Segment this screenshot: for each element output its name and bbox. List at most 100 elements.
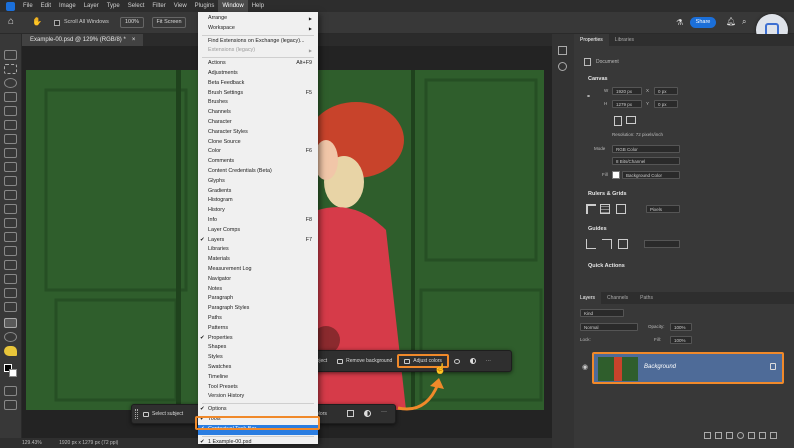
window-menu-item-workspace[interactable]: Workspace ▶ <box>198 24 318 34</box>
fill-opacity-field[interactable]: 100% <box>670 336 692 344</box>
menu-select[interactable]: Select <box>124 0 149 12</box>
half-circle-icon-lower[interactable] <box>364 410 371 417</box>
depth-select[interactable]: 8 Bits/Channel <box>612 157 680 165</box>
window-menu-item-patterns[interactable]: Patterns <box>198 324 318 334</box>
window-menu-item-character-styles[interactable]: Character Styles <box>198 128 318 138</box>
tab-properties[interactable]: Properties <box>574 34 609 46</box>
marquee-tool-icon[interactable] <box>4 64 17 74</box>
layer-kind-filter[interactable]: Kind <box>580 309 624 317</box>
window-menu-item-glyphs[interactable]: Glyphs <box>198 177 318 187</box>
window-menu-item-gradients[interactable]: Gradients <box>198 187 318 197</box>
canvas-section-title[interactable]: Canvas <box>588 76 608 82</box>
hand-tool-icon[interactable]: ✋ <box>32 17 42 26</box>
window-menu-item-properties[interactable]: ✔ Properties <box>198 334 318 344</box>
window-menu-item-info[interactable]: Info F8 <box>198 216 318 226</box>
window-menu-item-arrange[interactable]: Arrange ▶ <box>198 14 318 24</box>
window-menu-item-materials[interactable]: Materials <box>198 255 318 265</box>
window-menu-item-measurement-log[interactable]: Measurement Log <box>198 265 318 275</box>
more-options-button[interactable]: ··· <box>481 351 496 371</box>
brush-panel-icon[interactable] <box>558 62 567 71</box>
guides-icon-b[interactable] <box>602 239 612 249</box>
object-selection-tool-icon[interactable] <box>4 92 17 102</box>
blend-mode-select[interactable]: Normal <box>580 323 638 331</box>
window-menu-item-color[interactable]: Color F6 <box>198 147 318 157</box>
quick-actions-section-title[interactable]: Quick Actions <box>588 263 625 269</box>
window-menu-item-timeline[interactable]: Timeline <box>198 373 318 383</box>
lasso-tool-icon[interactable] <box>4 78 17 88</box>
menu-help[interactable]: Help <box>248 0 268 12</box>
stamp-tool-icon[interactable] <box>4 176 17 186</box>
menu-image[interactable]: Image <box>55 0 80 12</box>
landscape-icon[interactable] <box>626 116 636 124</box>
window-menu-item-version-history[interactable]: Version History <box>198 392 318 402</box>
zoom-100-button[interactable]: 100% <box>120 17 144 28</box>
crop-tool-icon[interactable] <box>4 106 17 116</box>
menu-plugins[interactable]: Plugins <box>191 0 219 12</box>
healing-tool-icon[interactable] <box>4 148 17 158</box>
x-field[interactable]: 0 px <box>654 87 678 95</box>
width-field[interactable]: 1920 px <box>612 87 642 95</box>
guide-color-select[interactable] <box>644 240 680 248</box>
fit-screen-button[interactable]: Fit Screen <box>152 17 186 28</box>
tab-libraries[interactable]: Libraries <box>609 34 640 46</box>
menu-view[interactable]: View <box>170 0 191 12</box>
tab-channels[interactable]: Channels <box>601 292 634 304</box>
pen-tool-icon[interactable] <box>4 260 17 270</box>
link-icon[interactable]: ⚭ <box>586 93 591 100</box>
visibility-eye-icon[interactable]: ◉ <box>582 363 588 371</box>
window-menu-item-paths[interactable]: Paths <box>198 314 318 324</box>
link-layers-icon[interactable] <box>704 432 711 439</box>
menu-file[interactable]: File <box>19 0 37 12</box>
guides-icon-c[interactable] <box>618 239 628 249</box>
window-menu-item-brushes[interactable]: Brushes <box>198 98 318 108</box>
window-menu-item-extensions-legacy[interactable]: Extensions (legacy) ▶ <box>198 46 318 56</box>
window-menu-item-histogram[interactable]: Histogram <box>198 196 318 206</box>
rectangle-tool-icon[interactable] <box>4 302 17 312</box>
group-icon[interactable] <box>748 432 755 439</box>
brush-tool-icon[interactable] <box>4 162 17 172</box>
tab-layers[interactable]: Layers <box>574 292 602 304</box>
status-zoom[interactable]: 129.43% <box>22 440 42 446</box>
window-menu-item-1-example-00-psd[interactable]: ✔ 1 Example-00.psd <box>198 438 318 448</box>
rulers-section-title[interactable]: Rulers & Grids <box>588 191 627 197</box>
eraser-tool-icon[interactable] <box>4 204 17 214</box>
adjustment-layer-icon[interactable] <box>737 432 744 439</box>
mode-select[interactable]: RGB Color <box>612 145 680 153</box>
blur-tool-icon[interactable] <box>4 232 17 242</box>
half-circle-icon[interactable] <box>465 351 481 371</box>
ruler-icon[interactable] <box>586 204 596 214</box>
zoom-tool-icon[interactable] <box>4 332 17 342</box>
background-color-swatch[interactable] <box>9 369 17 377</box>
new-layer-icon[interactable] <box>759 432 766 439</box>
remove-background-button[interactable]: Remove background <box>332 351 397 371</box>
window-menu-item-libraries[interactable]: Libraries <box>198 245 318 255</box>
mask-icon-lower[interactable] <box>347 410 354 417</box>
home-icon[interactable]: ⌂ <box>8 17 18 27</box>
history-brush-tool-icon[interactable] <box>4 190 17 200</box>
pixel-grid-icon[interactable] <box>616 204 626 214</box>
mask-icon[interactable] <box>449 351 465 371</box>
move-tool-icon[interactable] <box>4 50 17 60</box>
eyedropper-tool-icon[interactable] <box>4 134 17 144</box>
window-menu-item-beta-feedback[interactable]: Beta Feedback <box>198 79 318 89</box>
type-tool-icon[interactable] <box>4 274 17 284</box>
delete-layer-icon[interactable] <box>770 432 777 439</box>
window-menu-item-options[interactable]: ✔ Options <box>198 405 318 415</box>
history-panel-icon[interactable] <box>558 46 567 55</box>
window-menu-item-shapes[interactable]: Shapes <box>198 343 318 353</box>
quick-mask-icon[interactable] <box>4 386 17 396</box>
fx-icon[interactable] <box>715 432 722 439</box>
window-menu-item-navigator[interactable]: Navigator <box>198 275 318 285</box>
window-menu-item-tool-presets[interactable]: Tool Presets <box>198 383 318 393</box>
ps-logo-icon[interactable] <box>6 1 15 11</box>
menu-window[interactable]: Window <box>218 0 248 12</box>
dodge-tool-icon[interactable] <box>4 246 17 256</box>
frame-tool-icon[interactable] <box>4 120 17 130</box>
window-menu-item-find-extensions-on-exchange-legacy[interactable]: Find Extensions on Exchange (legacy)... <box>198 37 318 47</box>
window-menu-item-clone-source[interactable]: Clone Source <box>198 138 318 148</box>
window-menu-item-paragraph[interactable]: Paragraph <box>198 294 318 304</box>
fill-swatch[interactable] <box>612 171 620 179</box>
menu-filter[interactable]: Filter <box>148 0 169 12</box>
more-options-button-lower[interactable]: ··· <box>381 409 387 415</box>
height-field[interactable]: 1279 px <box>612 100 642 108</box>
